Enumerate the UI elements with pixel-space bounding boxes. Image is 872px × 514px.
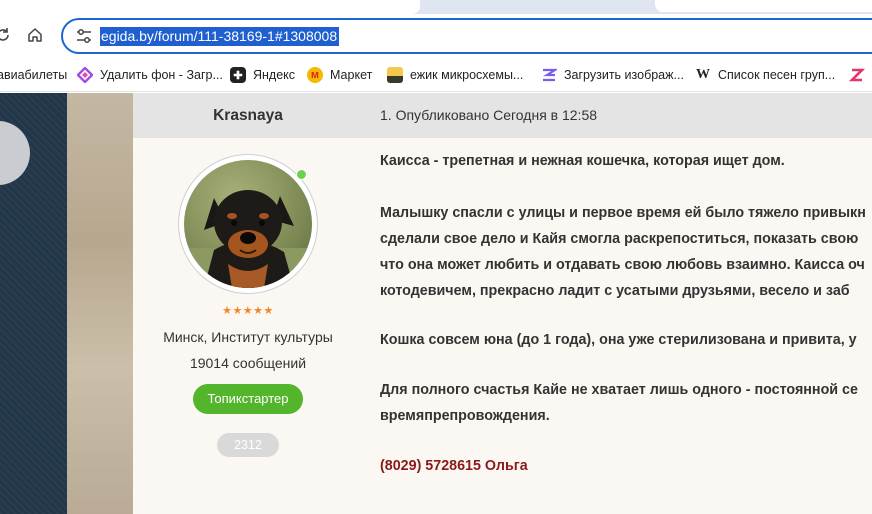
page-background	[0, 93, 67, 514]
address-bar[interactable]: egida.by/forum/111-38169-1#1308008	[61, 18, 872, 54]
online-status-dot	[296, 169, 307, 180]
forum-post: Krasnaya 1. Опубликовано Сегодня в 12:58	[133, 93, 872, 514]
bookmark-label: Яндекс	[253, 68, 296, 82]
site-settings-icon[interactable]	[75, 28, 93, 44]
bookmark-z[interactable]	[849, 65, 872, 85]
bookmark-label: Маркет	[330, 68, 373, 82]
author-location: Минск, Институт культуры	[163, 329, 333, 345]
bookmark-ezhik[interactable]: ежик микросхемы...	[387, 65, 523, 85]
browser-toolbar: egida.by/forum/111-38169-1#1308008	[0, 14, 872, 58]
post-paragraph: котодевичем, прекрасно ладит с усатыми д…	[380, 283, 850, 299]
z-logo-icon	[849, 67, 865, 83]
author-message-count: 19014 сообщений	[189, 355, 307, 371]
bookmark-label: Список песен груп...	[718, 68, 836, 82]
post-header: Krasnaya 1. Опубликовано Сегодня в 12:58	[133, 93, 872, 138]
background-photo	[67, 93, 133, 514]
bookmark-song-list[interactable]: W Список песен груп...	[695, 65, 835, 85]
tab-strip	[0, 0, 872, 14]
post-author[interactable]: Krasnaya	[133, 93, 363, 138]
plus-app-icon: ✚	[230, 67, 246, 83]
background-circle	[0, 121, 30, 185]
home-icon[interactable]	[24, 24, 46, 46]
bookmark-label: авиабилеты	[0, 68, 68, 82]
bookmark-label: Удалить фон - Загр...	[100, 68, 223, 82]
bookmark-label: ежик микросхемы...	[410, 68, 524, 82]
avatar[interactable]	[178, 154, 318, 294]
post-paragraph: сделали свое дело и Кайя смогла раскрепо…	[380, 231, 859, 247]
bookmark-market[interactable]: м Маркет	[307, 65, 372, 85]
post-paragraph: Кошка совсем юна (до 1 года), она уже ст…	[380, 332, 857, 348]
active-tab[interactable]	[0, 0, 420, 14]
post-paragraph: времяпрепровождения.	[380, 408, 550, 424]
url-text[interactable]: egida.by/forum/111-38169-1#1308008	[100, 27, 340, 46]
wikipedia-icon: W	[696, 67, 710, 82]
user-number-badge: 2312	[217, 433, 279, 457]
other-tab[interactable]	[655, 0, 872, 12]
stripes-logo-icon	[541, 67, 557, 83]
bookmark-yandex[interactable]: ✚ Яндекс	[230, 65, 295, 85]
bookmark-remove-bg[interactable]: Удалить фон - Загр...	[77, 65, 223, 85]
bookmark-upload-image[interactable]: Загрузить изображ...	[541, 65, 684, 85]
contact-phone: (8029) 5728615 Ольга	[380, 458, 528, 474]
post-paragraph: Для полного счастья Кайе не хватает лишь…	[380, 382, 858, 398]
post-paragraph: Малышку спасли с улицы и первое время ей…	[380, 205, 866, 221]
author-profile: ★★★★★ Минск, Институт культуры 19014 соо…	[133, 138, 363, 514]
image-thumb-icon	[387, 67, 403, 83]
bookmarks-bar: авиабилеты Удалить фон - Загр... ✚ Яндек…	[0, 58, 872, 92]
post-paragraph: что она может любить и отдавать свою люб…	[380, 257, 865, 273]
avatar-image	[184, 160, 312, 288]
rating-stars: ★★★★★	[222, 305, 274, 317]
post-paragraph: Каисса - трепетная и нежная кошечка, кот…	[380, 153, 785, 169]
market-logo-icon: м	[307, 67, 323, 83]
post-content: Каисса - трепетная и нежная кошечка, кот…	[380, 138, 872, 514]
reload-icon[interactable]	[0, 24, 14, 46]
forum-page: Krasnaya 1. Опубликовано Сегодня в 12:58	[0, 93, 872, 514]
bookmark-label: Загрузить изображ...	[564, 68, 684, 82]
topic-starter-badge: Топикстартер	[193, 384, 303, 414]
bookmark-aviabilety[interactable]: авиабилеты	[0, 65, 67, 85]
post-date: 1. Опубликовано Сегодня в 12:58	[380, 107, 598, 123]
diamond-logo-icon	[77, 67, 93, 83]
